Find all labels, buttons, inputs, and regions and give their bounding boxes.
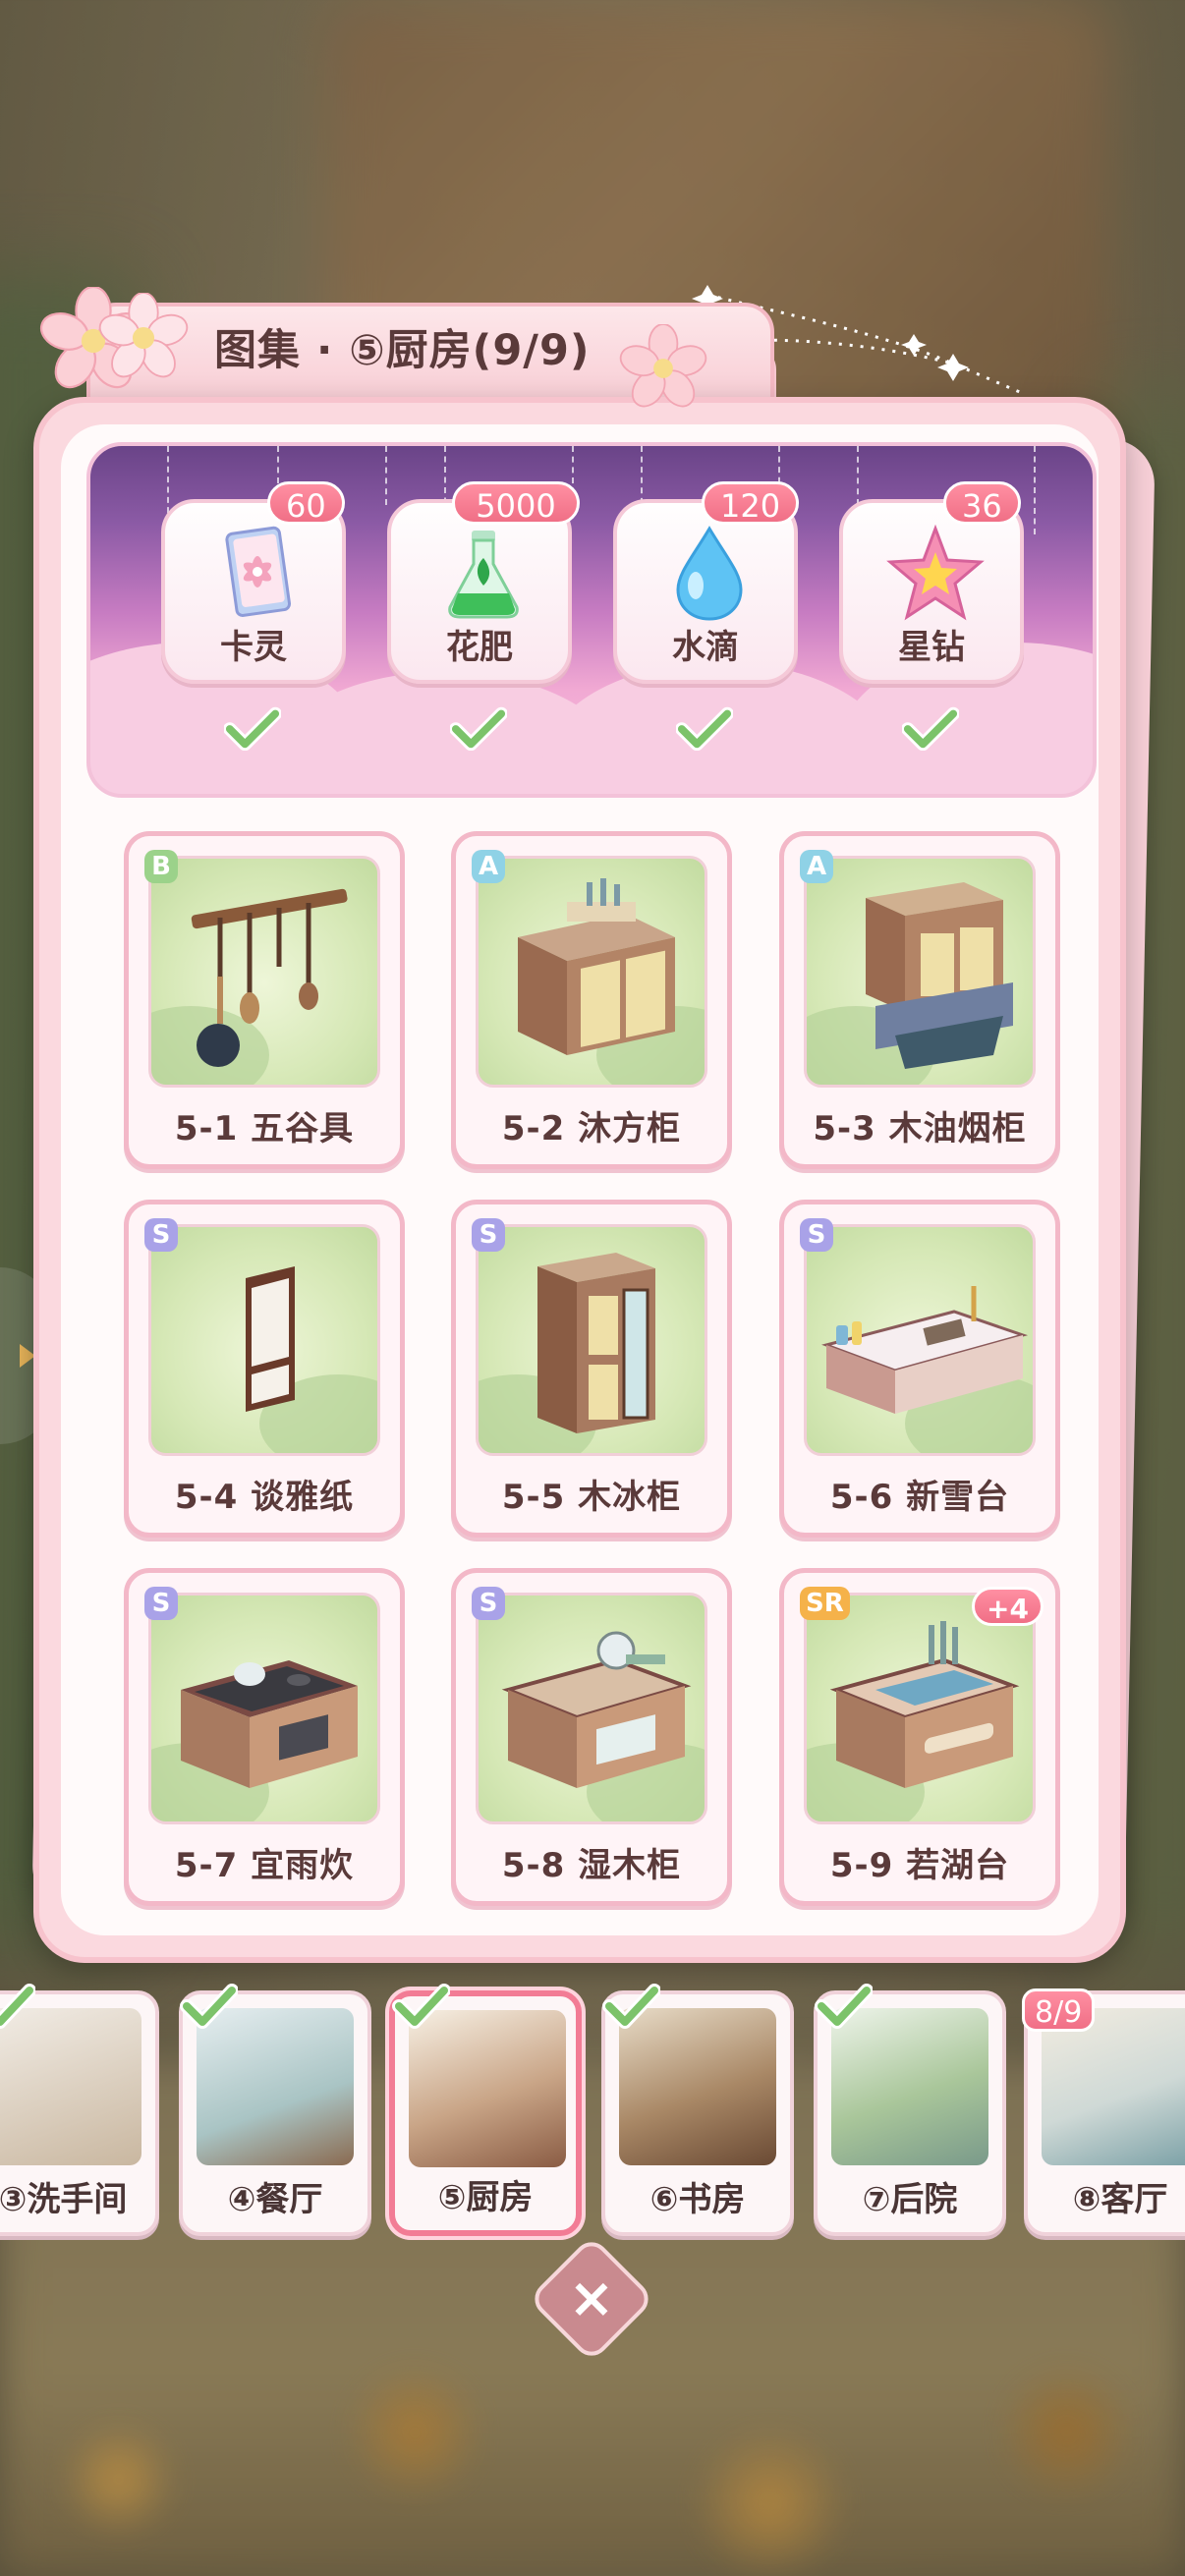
- checkmark-icon: [392, 1984, 450, 2029]
- reward-count-badge: 120: [702, 481, 800, 525]
- item-card-5-1[interactable]: B 5-1 五谷具: [124, 831, 405, 1169]
- reward-label: 星钻: [898, 628, 965, 667]
- fertilizer-flask-icon: [448, 531, 519, 619]
- stove-icon: [181, 1660, 358, 1788]
- room-progress-badge: 8/9: [1022, 1988, 1096, 2032]
- reward-slot-star-diamond[interactable]: 星钻: [839, 499, 1024, 684]
- item-thumbnail: [476, 1224, 707, 1456]
- item-card-5-9[interactable]: SR +4 5-9 若湖台: [779, 1568, 1060, 1906]
- room-thumbnail: [831, 2008, 988, 2165]
- water-drop-icon: [676, 526, 743, 621]
- checkmark-icon: [602, 1984, 660, 2029]
- reward-slot-water-drop[interactable]: 水滴: [613, 499, 798, 684]
- item-card-5-2[interactable]: A 5-2 沐方柜: [451, 831, 732, 1169]
- room-thumbnail: [409, 2010, 566, 2167]
- item-name: 5-6 新雪台: [829, 1478, 1010, 1517]
- item-card-5-6[interactable]: S 5-6 新雪台: [779, 1200, 1060, 1538]
- checkmark-icon: [676, 706, 733, 751]
- room-label: ⑦后院: [862, 2180, 958, 2219]
- item-card-5-3[interactable]: A 5-3 木油烟柜: [779, 831, 1060, 1169]
- cabinet-icon: [518, 878, 675, 1055]
- extra-count-badge: +4: [972, 1587, 1044, 1626]
- grade-badge: S: [472, 1587, 505, 1620]
- item-name: 5-9 若湖台: [829, 1846, 1010, 1885]
- item-thumbnail: [148, 1224, 380, 1456]
- sakura-flower-icon: [98, 293, 189, 378]
- item-name: 5-4 谈雅纸: [174, 1478, 355, 1517]
- item-thumbnail: [148, 856, 380, 1088]
- close-icon: ×: [568, 2267, 615, 2330]
- item-name: 5-1 五谷具: [174, 1109, 355, 1148]
- item-card-5-8[interactable]: S 5-8 湿木柜: [451, 1568, 732, 1906]
- sakura-flower-icon: [619, 324, 707, 408]
- item-name: 5-2 沐方柜: [501, 1109, 682, 1148]
- room-thumbnail: [0, 2008, 141, 2165]
- item-card-5-5[interactable]: S 5-5 木冰柜: [451, 1200, 732, 1538]
- item-thumbnail: [476, 856, 707, 1088]
- card-spirit-icon: [225, 526, 292, 617]
- checkmark-icon: [902, 706, 959, 751]
- room-label: ⑥书房: [649, 2180, 746, 2219]
- grade-badge: S: [144, 1587, 178, 1620]
- page-title: 图集 · ⑤厨房(9/9): [214, 326, 591, 375]
- item-name: 5-7 宜雨炊: [174, 1846, 355, 1885]
- hanging-string: [857, 446, 859, 505]
- checkmark-icon: [0, 1984, 35, 2029]
- dish-cabinet-icon: [501, 1631, 692, 1788]
- checkmark-icon: [450, 706, 507, 751]
- grade-badge: S: [144, 1218, 178, 1252]
- reward-slot-card-spirit[interactable]: 卡灵: [161, 499, 346, 684]
- room-thumbnail: [619, 2008, 776, 2165]
- item-name: 5-3 木油烟柜: [813, 1109, 1027, 1148]
- item-card-5-4[interactable]: S 5-4 谈雅纸: [124, 1200, 405, 1538]
- room-label: ③洗手间: [0, 2180, 128, 2219]
- grade-badge: SR: [800, 1587, 850, 1620]
- room-thumbnail: [197, 2008, 354, 2165]
- utensil-rack-icon: [191, 888, 348, 1067]
- item-thumbnail: [148, 1593, 380, 1824]
- grade-badge: A: [472, 850, 505, 883]
- item-card-5-7[interactable]: S 5-7 宜雨炊: [124, 1568, 405, 1906]
- hanging-string: [385, 446, 387, 505]
- counter-icon: [821, 1286, 1029, 1414]
- checkmark-icon: [180, 1984, 238, 2029]
- fridge-icon: [537, 1253, 655, 1433]
- room-label: ⑧客厅: [1072, 2180, 1168, 2219]
- grade-badge: S: [472, 1218, 505, 1252]
- grade-badge: S: [800, 1218, 833, 1252]
- checkmark-icon: [815, 1984, 873, 2029]
- item-thumbnail: [804, 1224, 1036, 1456]
- checkmark-icon: [224, 706, 281, 751]
- reward-label: 花肥: [446, 628, 513, 667]
- item-thumbnail: [804, 856, 1036, 1088]
- grade-badge: A: [800, 850, 833, 883]
- range-hood-cabinet-icon: [866, 882, 1013, 1069]
- grade-badge: B: [144, 850, 178, 883]
- reward-slot-fertilizer[interactable]: 花肥: [387, 499, 572, 684]
- reward-count-badge: 5000: [452, 481, 580, 525]
- item-name: 5-5 木冰柜: [501, 1478, 682, 1517]
- item-thumbnail: [476, 1593, 707, 1824]
- sink-counter-icon: [829, 1621, 1020, 1788]
- room-label: ⑤厨房: [437, 2178, 534, 2217]
- reward-label: 水滴: [672, 628, 739, 667]
- reward-label: 卡灵: [220, 628, 287, 667]
- room-label: ④餐厅: [227, 2180, 323, 2219]
- reward-count-badge: 60: [267, 481, 345, 525]
- paper-scroll-icon: [246, 1266, 295, 1412]
- reward-count-badge: 36: [943, 481, 1021, 525]
- hanging-string: [1034, 446, 1036, 534]
- star-diamond-icon: [886, 525, 985, 621]
- item-name: 5-8 湿木柜: [501, 1846, 682, 1885]
